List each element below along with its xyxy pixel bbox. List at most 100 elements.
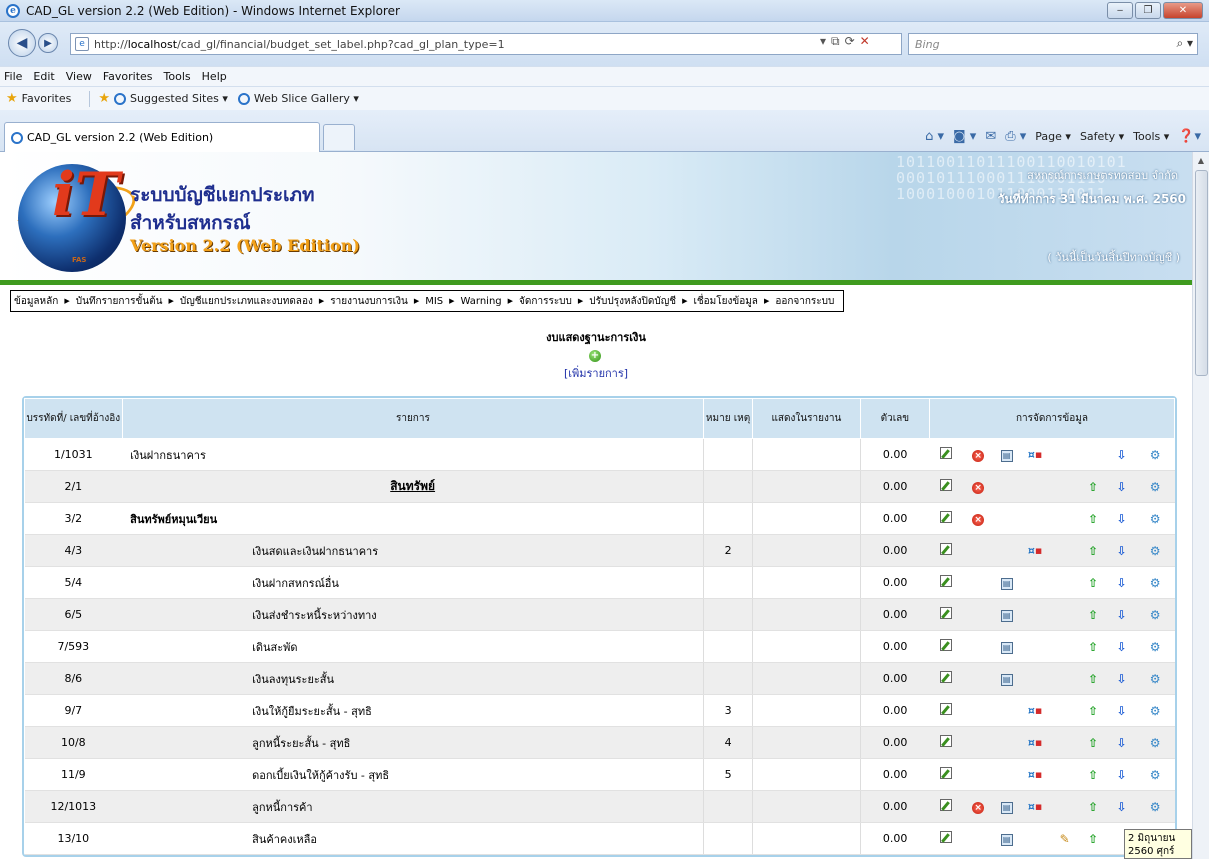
search-input[interactable]: Bing ⌕ ▾ xyxy=(908,33,1198,55)
menu-mis[interactable]: MIS xyxy=(425,296,443,307)
edit-icon[interactable] xyxy=(940,607,953,619)
move-up-icon[interactable]: ⇧ xyxy=(1088,480,1098,494)
move-up-icon[interactable]: ⇧ xyxy=(1088,576,1098,590)
delete-icon[interactable]: × xyxy=(972,513,985,526)
account-group-icon[interactable]: ¤▪ xyxy=(1028,768,1042,781)
edit-icon[interactable] xyxy=(940,639,953,651)
sub-list-icon[interactable]: ▤ xyxy=(1000,833,1013,846)
move-down-icon[interactable]: ⇩ xyxy=(1117,800,1127,814)
move-down-icon[interactable]: ⇩ xyxy=(1117,608,1127,622)
account-group-icon[interactable]: ¤▪ xyxy=(1028,800,1042,813)
tab-cad-gl[interactable]: CAD_GL version 2.2 (Web Edition) xyxy=(4,122,320,152)
edit-icon[interactable] xyxy=(940,671,953,683)
move-up-icon[interactable]: ⇧ xyxy=(1088,800,1098,814)
favorites-button[interactable]: Favorites xyxy=(22,92,72,105)
edit-icon[interactable] xyxy=(940,831,953,843)
tree-icon[interactable]: ⚙ xyxy=(1150,640,1161,654)
menu-view[interactable]: View xyxy=(66,70,92,83)
tree-icon[interactable]: ⚙ xyxy=(1150,544,1161,558)
move-up-icon[interactable]: ⇧ xyxy=(1088,640,1098,654)
delete-icon[interactable]: × xyxy=(972,481,985,494)
edit-icon[interactable] xyxy=(940,575,953,587)
sub-list-icon[interactable]: ▤ xyxy=(1000,641,1013,654)
menu-logout[interactable]: ออกจากระบบ xyxy=(775,294,834,309)
refresh-icon[interactable]: ⟳ xyxy=(845,34,855,49)
edit-icon[interactable] xyxy=(940,479,953,491)
delete-icon[interactable]: × xyxy=(972,801,985,814)
edit-icon[interactable] xyxy=(940,703,953,715)
menu-edit[interactable]: Edit xyxy=(33,70,54,83)
minimize-button[interactable]: ‒ xyxy=(1107,2,1133,19)
move-up-icon[interactable]: ⇧ xyxy=(1088,672,1098,686)
move-up-icon[interactable]: ⇧ xyxy=(1088,544,1098,558)
move-up-icon[interactable]: ⇧ xyxy=(1088,832,1098,846)
stop-icon[interactable]: ✕ xyxy=(860,34,870,49)
menu-warning[interactable]: Warning xyxy=(461,296,502,307)
tree-icon[interactable]: ⚙ xyxy=(1150,448,1161,462)
feeds-icon[interactable]: ◙ ▾ xyxy=(953,129,976,144)
close-button[interactable]: ✕ xyxy=(1163,2,1203,19)
safety-menu[interactable]: Safety ▾ xyxy=(1080,130,1124,143)
menu-data-link[interactable]: เชื่อมโยงข้อมูล xyxy=(693,294,757,309)
tree-icon[interactable]: ⚙ xyxy=(1150,704,1161,718)
vertical-scrollbar[interactable]: ▲ xyxy=(1192,152,1209,859)
move-down-icon[interactable]: ⇩ xyxy=(1117,448,1127,462)
compat-view-icon[interactable]: ⧉ xyxy=(831,34,840,49)
page-menu[interactable]: Page ▾ xyxy=(1035,130,1071,143)
help-icon[interactable]: ❓▾ xyxy=(1178,129,1201,144)
menu-master-data[interactable]: ข้อมูลหลัก xyxy=(14,294,58,309)
sub-list-icon[interactable]: ▤ xyxy=(1000,609,1013,622)
tree-icon[interactable]: ⚙ xyxy=(1150,480,1161,494)
move-up-icon[interactable]: ⇧ xyxy=(1088,736,1098,750)
tree-icon[interactable]: ⚙ xyxy=(1150,672,1161,686)
move-down-icon[interactable]: ⇩ xyxy=(1117,576,1127,590)
move-down-icon[interactable]: ⇩ xyxy=(1117,704,1127,718)
delete-icon[interactable]: × xyxy=(972,449,985,462)
move-down-icon[interactable]: ⇩ xyxy=(1117,768,1127,782)
print-icon[interactable]: ⎙ ▾ xyxy=(1005,129,1026,144)
url-input[interactable]: e http://localhost/cad_gl/financial/budg… xyxy=(70,33,902,55)
menu-journal[interactable]: บันทึกรายการขั้นต้น xyxy=(76,294,163,309)
scrollbar-thumb[interactable] xyxy=(1195,170,1208,376)
suggested-sites-link[interactable]: Suggested Sites ▾ xyxy=(130,92,228,105)
account-group-icon[interactable]: ¤▪ xyxy=(1028,544,1042,557)
menu-favorites[interactable]: Favorites xyxy=(103,70,153,83)
add-icon[interactable]: + xyxy=(589,350,601,362)
menu-help[interactable]: Help xyxy=(202,70,227,83)
sub-list-icon[interactable]: ▤ xyxy=(1000,449,1013,462)
new-tab-button[interactable] xyxy=(323,124,355,150)
menu-system[interactable]: จัดการระบบ xyxy=(519,294,572,309)
account-group-icon[interactable]: ¤▪ xyxy=(1028,736,1042,749)
move-up-icon[interactable]: ⇧ xyxy=(1088,512,1098,526)
edit-icon[interactable] xyxy=(940,447,953,459)
menu-financial-report[interactable]: รายงานงบการเงิน xyxy=(330,294,408,309)
sub-list-icon[interactable]: ▤ xyxy=(1000,577,1013,590)
account-group-icon[interactable]: ¤▪ xyxy=(1028,448,1042,461)
account-group-icon[interactable]: ¤▪ xyxy=(1028,704,1042,717)
move-down-icon[interactable]: ⇩ xyxy=(1117,544,1127,558)
move-up-icon[interactable]: ⇧ xyxy=(1088,704,1098,718)
add-favorite-icon[interactable]: ★ xyxy=(98,91,110,106)
edit-icon[interactable] xyxy=(940,767,953,779)
move-down-icon[interactable]: ⇩ xyxy=(1117,640,1127,654)
home-icon[interactable]: ⌂ ▾ xyxy=(925,129,944,144)
tree-icon[interactable]: ⚙ xyxy=(1150,512,1161,526)
back-button[interactable]: ◀ xyxy=(8,29,36,57)
mail-icon[interactable]: ✉ xyxy=(985,129,996,144)
move-up-icon[interactable]: ⇧ xyxy=(1088,608,1098,622)
palette-icon[interactable]: ✎ xyxy=(1060,832,1070,846)
edit-icon[interactable] xyxy=(940,799,953,811)
edit-icon[interactable] xyxy=(940,511,953,523)
tree-icon[interactable]: ⚙ xyxy=(1150,736,1161,750)
tools-menu[interactable]: Tools ▾ xyxy=(1133,130,1169,143)
move-up-icon[interactable]: ⇧ xyxy=(1088,768,1098,782)
edit-icon[interactable] xyxy=(940,735,953,747)
web-slice-gallery-link[interactable]: Web Slice Gallery ▾ xyxy=(254,92,359,105)
menu-post-close[interactable]: ปรับปรุงหลังปิดบัญชี xyxy=(589,294,676,309)
sub-list-icon[interactable]: ▤ xyxy=(1000,801,1013,814)
menu-tools[interactable]: Tools xyxy=(164,70,191,83)
dropdown-icon[interactable]: ▾ xyxy=(820,34,826,49)
move-down-icon[interactable]: ⇩ xyxy=(1117,736,1127,750)
menu-file[interactable]: File xyxy=(4,70,22,83)
scroll-up-icon[interactable]: ▲ xyxy=(1193,152,1209,169)
